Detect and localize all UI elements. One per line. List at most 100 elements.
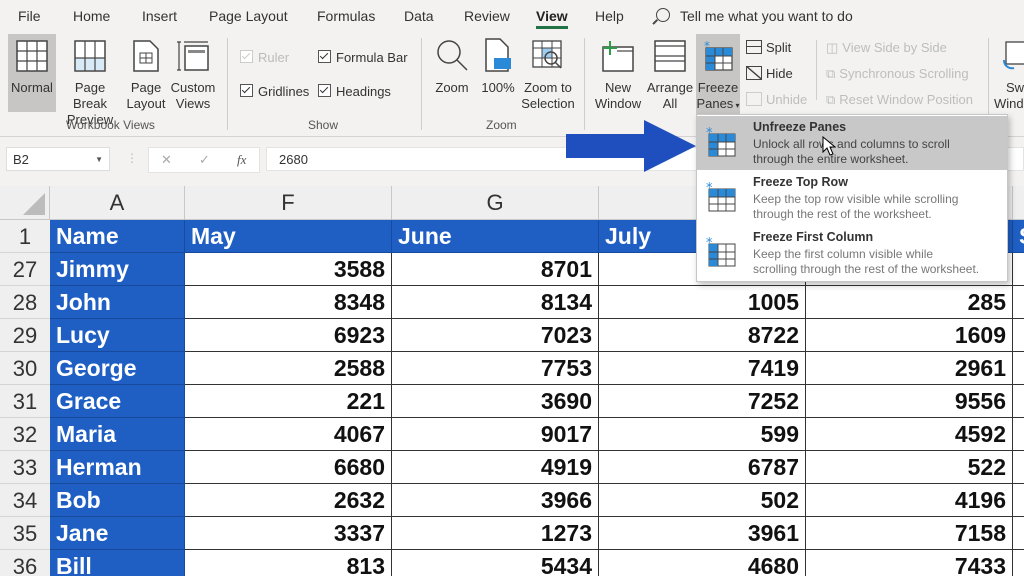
row-header[interactable]: 36 bbox=[0, 550, 50, 576]
row-header[interactable]: 28 bbox=[0, 286, 50, 319]
value-cell[interactable]: 3588 bbox=[185, 253, 392, 286]
name-cell[interactable]: Jane bbox=[50, 517, 185, 550]
row-header[interactable]: 31 bbox=[0, 385, 50, 418]
value-cell[interactable]: 1273 bbox=[392, 517, 599, 550]
value-cell[interactable]: 4592 bbox=[806, 418, 1013, 451]
view-side-by-side-button[interactable]: ◫ View Side by Side bbox=[826, 40, 947, 56]
hide-button[interactable]: Hide bbox=[746, 66, 793, 81]
name-cell[interactable]: John bbox=[50, 286, 185, 319]
value-cell[interactable]: 9017 bbox=[392, 418, 599, 451]
tab-data[interactable]: Data bbox=[404, 8, 434, 24]
tab-view[interactable]: View bbox=[536, 8, 568, 29]
column-header-f[interactable]: F bbox=[185, 186, 392, 220]
arrange-all-button[interactable]: Arrange All bbox=[646, 34, 694, 112]
value-cell[interactable]: 5434 bbox=[392, 550, 599, 576]
normal-view-button[interactable]: Normal bbox=[8, 34, 56, 112]
tell-me-search[interactable]: Tell me what you want to do bbox=[656, 8, 853, 24]
name-cell[interactable]: Bob bbox=[50, 484, 185, 517]
value-cell[interactable]: 8134 bbox=[392, 286, 599, 319]
drag-handle-icon[interactable]: ⋮ bbox=[126, 151, 138, 165]
page-break-preview-button[interactable]: Page Break Preview bbox=[57, 34, 123, 128]
select-all-button[interactable] bbox=[0, 186, 50, 220]
gridlines-checkbox[interactable]: Gridlines bbox=[240, 84, 309, 99]
reset-window-position-button[interactable]: ⧉ Reset Window Position bbox=[826, 92, 973, 108]
value-cell[interactable]: 7023 bbox=[392, 319, 599, 352]
column-header-a[interactable]: A bbox=[50, 186, 185, 220]
value-cell[interactable]: 3690 bbox=[392, 385, 599, 418]
menu-item-freeze-top-row[interactable]: * Freeze Top Row Keep the top row visible … bbox=[697, 171, 1007, 225]
row-header[interactable]: 1 bbox=[0, 220, 50, 253]
value-cell[interactable]: 4067 bbox=[185, 418, 392, 451]
name-cell[interactable]: Herman bbox=[50, 451, 185, 484]
synchronous-scrolling-button[interactable]: ⧉ Synchronous Scrolling bbox=[826, 66, 969, 82]
value-cell[interactable]: 6787 bbox=[599, 451, 806, 484]
zoom-to-selection-button[interactable]: Zoom to Selection bbox=[520, 34, 576, 112]
headings-checkbox[interactable]: Headings bbox=[318, 84, 391, 99]
header-cell[interactable]: S bbox=[1013, 220, 1024, 253]
unhide-button[interactable]: Unhide bbox=[746, 92, 807, 107]
row-header[interactable]: 34 bbox=[0, 484, 50, 517]
enter-icon[interactable]: ✓ bbox=[199, 148, 210, 172]
value-cell[interactable]: 8348 bbox=[185, 286, 392, 319]
value-cell[interactable]: 3966 bbox=[392, 484, 599, 517]
row-header[interactable]: 32 bbox=[0, 418, 50, 451]
split-button[interactable]: Split bbox=[746, 40, 791, 55]
value-cell[interactable]: 813 bbox=[185, 550, 392, 576]
value-cell[interactable]: 2588 bbox=[185, 352, 392, 385]
zoom-button[interactable]: Zoom bbox=[432, 34, 472, 96]
page-layout-button[interactable]: Page Layout bbox=[124, 34, 168, 112]
cancel-icon[interactable]: ✕ bbox=[161, 148, 172, 172]
value-cell[interactable]: 7158 bbox=[806, 517, 1013, 550]
name-cell[interactable]: George bbox=[50, 352, 185, 385]
value-cell[interactable]: 6680 bbox=[185, 451, 392, 484]
value-cell[interactable] bbox=[1013, 286, 1024, 319]
dropdown-caret-icon[interactable]: ▼ bbox=[95, 148, 103, 172]
insert-function-icon[interactable]: fx bbox=[237, 148, 246, 172]
value-cell[interactable]: 599 bbox=[599, 418, 806, 451]
value-cell[interactable] bbox=[1013, 484, 1024, 517]
row-header[interactable]: 29 bbox=[0, 319, 50, 352]
value-cell[interactable]: 3961 bbox=[599, 517, 806, 550]
tab-file[interactable]: File bbox=[18, 8, 41, 24]
value-cell[interactable]: 1005 bbox=[599, 286, 806, 319]
row-header[interactable]: 35 bbox=[0, 517, 50, 550]
header-cell[interactable]: June bbox=[392, 220, 599, 253]
value-cell[interactable]: 1609 bbox=[806, 319, 1013, 352]
name-cell[interactable]: Bill bbox=[50, 550, 185, 576]
tab-formulas[interactable]: Formulas bbox=[317, 8, 375, 24]
name-cell[interactable]: Jimmy bbox=[50, 253, 185, 286]
value-cell[interactable]: 285 bbox=[806, 286, 1013, 319]
value-cell[interactable] bbox=[1013, 253, 1024, 286]
tab-home[interactable]: Home bbox=[73, 8, 110, 24]
row-header[interactable]: 27 bbox=[0, 253, 50, 286]
row-header[interactable]: 30 bbox=[0, 352, 50, 385]
name-cell[interactable]: Lucy bbox=[50, 319, 185, 352]
value-cell[interactable]: 9556 bbox=[806, 385, 1013, 418]
value-cell[interactable] bbox=[1013, 418, 1024, 451]
value-cell[interactable] bbox=[1013, 319, 1024, 352]
value-cell[interactable]: 7252 bbox=[599, 385, 806, 418]
value-cell[interactable]: 3337 bbox=[185, 517, 392, 550]
value-cell[interactable] bbox=[1013, 550, 1024, 576]
zoom-100-button[interactable]: 100% bbox=[478, 34, 518, 96]
new-window-button[interactable]: New Window bbox=[592, 34, 644, 112]
column-header-g[interactable]: G bbox=[392, 186, 599, 220]
switch-windows-button[interactable]: Sw Wind bbox=[994, 34, 1024, 112]
value-cell[interactable]: 2961 bbox=[806, 352, 1013, 385]
value-cell[interactable]: 221 bbox=[185, 385, 392, 418]
value-cell[interactable] bbox=[1013, 352, 1024, 385]
value-cell[interactable] bbox=[1013, 451, 1024, 484]
tab-help[interactable]: Help bbox=[595, 8, 624, 24]
value-cell[interactable]: 502 bbox=[599, 484, 806, 517]
value-cell[interactable]: 6923 bbox=[185, 319, 392, 352]
value-cell[interactable]: 4196 bbox=[806, 484, 1013, 517]
value-cell[interactable]: 4919 bbox=[392, 451, 599, 484]
value-cell[interactable]: 4680 bbox=[599, 550, 806, 576]
value-cell[interactable]: 522 bbox=[806, 451, 1013, 484]
name-cell[interactable]: Maria bbox=[50, 418, 185, 451]
header-cell[interactable]: May bbox=[185, 220, 392, 253]
name-cell[interactable]: Grace bbox=[50, 385, 185, 418]
tab-page-layout[interactable]: Page Layout bbox=[209, 8, 288, 24]
value-cell[interactable]: 7433 bbox=[806, 550, 1013, 576]
menu-item-freeze-first-column[interactable]: * Freeze First Column Keep the first colum… bbox=[697, 226, 1007, 280]
